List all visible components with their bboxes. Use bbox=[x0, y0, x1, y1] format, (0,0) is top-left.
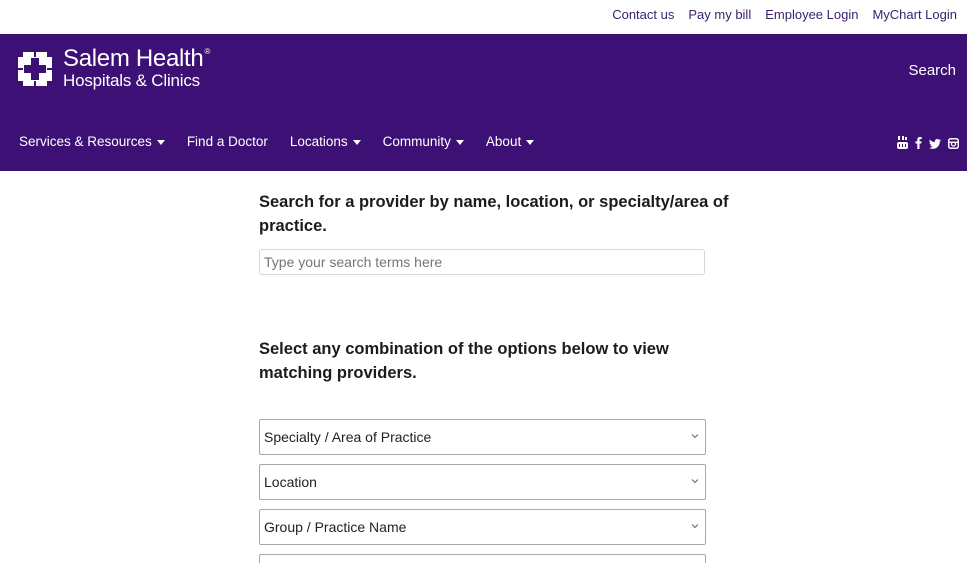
utility-links: Contact us Pay my bill Employee Login My… bbox=[612, 7, 957, 22]
site-header: Salem Health ® Hospitals & Clinics Searc… bbox=[0, 34, 967, 171]
nav-item-label: Find a Doctor bbox=[186, 134, 268, 149]
contact-us-link[interactable]: Contact us bbox=[612, 7, 674, 22]
twitter-icon[interactable] bbox=[929, 136, 941, 154]
select-value: Group / Practice Name bbox=[264, 519, 407, 535]
registered-mark: ® bbox=[204, 47, 211, 56]
pay-my-bill-link[interactable]: Pay my bill bbox=[688, 7, 751, 22]
nav-item-find-a-doctor[interactable]: Find a Doctor bbox=[187, 134, 268, 149]
main-nav: Services & Resources Find a Doctor Locat… bbox=[19, 134, 535, 149]
nav-item-label: Community bbox=[382, 134, 451, 149]
social-links bbox=[897, 136, 959, 154]
logo-text: Salem Health ® Hospitals & Clinics bbox=[63, 47, 210, 90]
nav-item-locations[interactable]: Locations bbox=[290, 134, 361, 149]
search-heading: Search for a provider by name, location,… bbox=[259, 193, 729, 235]
caret-down-icon bbox=[526, 139, 535, 145]
group-practice-select[interactable]: Group / Practice Name bbox=[259, 509, 706, 545]
instagram-icon[interactable] bbox=[948, 136, 959, 154]
nav-item-community[interactable]: Community bbox=[383, 134, 464, 149]
select-value: Specialty / Area of Practice bbox=[264, 429, 432, 445]
page: Contact us Pay my bill Employee Login My… bbox=[0, 0, 967, 563]
specialty-select[interactable]: Specialty / Area of Practice bbox=[259, 419, 706, 455]
nav-item-label: Locations bbox=[289, 134, 348, 149]
employee-login-link[interactable]: Employee Login bbox=[765, 7, 858, 22]
logo[interactable]: Salem Health ® Hospitals & Clinics bbox=[15, 47, 210, 89]
facebook-icon[interactable] bbox=[915, 136, 922, 154]
youtube-icon[interactable] bbox=[897, 136, 908, 154]
additional-filter-select[interactable] bbox=[259, 554, 706, 563]
select-value: Location bbox=[264, 474, 317, 490]
location-select[interactable]: Location bbox=[259, 464, 706, 500]
utility-bar: Contact us Pay my bill Employee Login My… bbox=[0, 0, 967, 34]
chevron-down-icon bbox=[691, 479, 699, 484]
logo-title: Salem Health ® bbox=[63, 47, 210, 71]
caret-down-icon bbox=[352, 139, 361, 145]
nav-item-about[interactable]: About bbox=[485, 134, 535, 149]
nav-item-services-resources[interactable]: Services & Resources bbox=[19, 134, 165, 149]
provider-search-input[interactable] bbox=[259, 249, 705, 275]
chevron-down-icon bbox=[691, 434, 699, 439]
cross-logo-icon bbox=[18, 52, 52, 86]
caret-down-icon bbox=[455, 139, 464, 145]
caret-down-icon bbox=[156, 139, 165, 145]
nav-item-label: About bbox=[485, 134, 522, 149]
nav-item-label: Services & Resources bbox=[19, 134, 152, 149]
mychart-login-link[interactable]: MyChart Login bbox=[872, 7, 957, 22]
header-search-link[interactable]: Search bbox=[908, 62, 956, 79]
logo-title-text: Salem Health bbox=[63, 45, 204, 72]
chevron-down-icon bbox=[691, 524, 699, 529]
logo-subtitle: Hospitals & Clinics bbox=[63, 71, 200, 90]
filter-heading: Select any combination of the options be… bbox=[259, 340, 669, 382]
